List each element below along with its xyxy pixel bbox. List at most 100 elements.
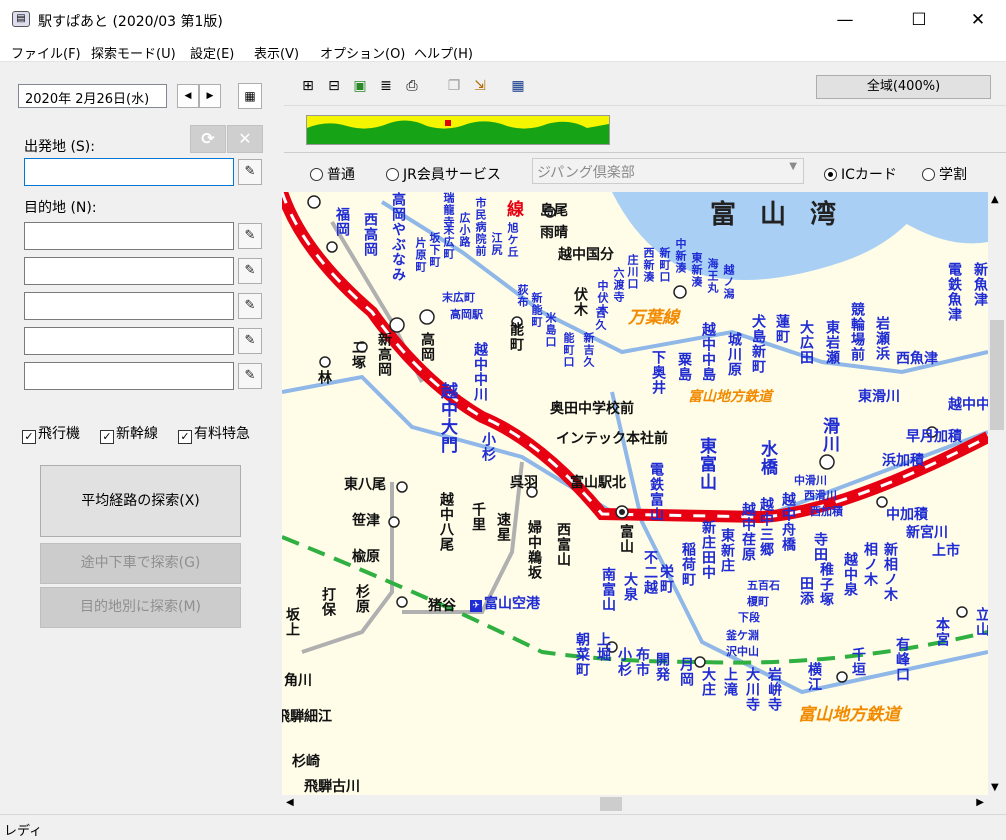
station-label: 小杉 (616, 647, 632, 677)
pencil-icon[interactable]: ✎ (238, 223, 262, 249)
timetable-icon[interactable]: ▦ (508, 76, 528, 96)
station-label: 飛騨古川 (304, 779, 360, 795)
average-route-search-button[interactable]: 平均経路の探索(X) (40, 465, 241, 537)
station-label: 犬島新町 (750, 314, 766, 374)
route-map[interactable]: 富山湾 福岡 西高岡 高岡やぶなみ 新高岡 高岡 二塚 林 能町 越中中川 越中… (282, 192, 988, 795)
menu-settings[interactable]: 設定(E) (190, 43, 234, 62)
destination-input-5[interactable] (24, 362, 234, 390)
line-label: 富山地方鉄道 (798, 705, 900, 725)
copy-icon[interactable]: ❐ (444, 76, 464, 96)
checkmark-icon: ✓ (100, 430, 114, 444)
scroll-thumb[interactable] (990, 320, 1004, 430)
pencil-icon[interactable]: ✎ (238, 363, 262, 389)
radio-normal[interactable]: 普通 (310, 164, 355, 184)
route-tree-icon[interactable]: ⊟ (324, 76, 344, 96)
line-label: 万葉線 (628, 308, 679, 328)
station-label: 田添 (798, 576, 814, 606)
station-label: 大広田 (798, 320, 814, 365)
train-icon: ▤ (12, 11, 30, 27)
menu-options[interactable]: オプション(O) (320, 43, 405, 62)
station-label: インテック本社前 (556, 431, 668, 447)
sea-label: 富山湾 (710, 200, 861, 230)
station-label: 東滑川 (858, 389, 900, 405)
station-label: 西滑川 (804, 489, 837, 502)
station-label: 千里 (470, 502, 486, 532)
radio-ic-card[interactable]: ICカード (824, 164, 897, 184)
menu-bar: ファイル(F) 探索モード(U) 設定(E) 表示(V) オプション(O) ヘル… (0, 40, 1006, 62)
station-label: 榎町 (747, 595, 769, 608)
station-label: 能町 (508, 322, 524, 352)
route-window-icon[interactable]: ⊞ (298, 76, 318, 96)
limited-express-checkbox[interactable]: ✓ 有料特急 (178, 423, 250, 444)
horizontal-scrollbar[interactable]: ◀ ▶ (282, 795, 988, 813)
refresh-icon[interactable]: ⟳ (190, 125, 226, 153)
station-label: 坂上 (284, 607, 300, 637)
date-field[interactable]: 2020年 2月26日(水) (18, 84, 167, 108)
departure-input[interactable] (24, 158, 234, 186)
station-label: 越中舟橋 (780, 492, 796, 552)
station-label: 朝菜町 (574, 632, 590, 677)
vertical-scrollbar[interactable]: ▲ ▼ (988, 192, 1006, 795)
station-label: 東八尾 (344, 477, 386, 493)
destination-input-3[interactable] (24, 292, 234, 320)
radio-jr-member[interactable]: JR会員サービス (386, 164, 501, 184)
station-label: 東新湊 (690, 252, 703, 288)
jr-service-combo[interactable]: ジパング倶楽部 ▼ (532, 158, 804, 184)
station-label: 粟島 (676, 352, 692, 382)
station-label: 打保 (320, 587, 336, 617)
station-label: 呉羽 (510, 475, 538, 491)
pencil-icon[interactable]: ✎ (238, 293, 262, 319)
pencil-icon[interactable]: ✎ (238, 159, 262, 185)
airplane-checkbox[interactable]: ✓ 飛行機 (22, 423, 80, 444)
destination-input-4[interactable] (24, 327, 234, 355)
station-label: 東岩瀬 (824, 320, 840, 365)
maximize-button[interactable]: ☐ (896, 0, 942, 40)
area-zoom-button[interactable]: 全域(400%) (816, 75, 991, 99)
calendar-icon[interactable]: ▦ (238, 83, 262, 109)
pencil-icon[interactable]: ✎ (238, 328, 262, 354)
station-label: 庄川口 (626, 254, 639, 290)
destination-label: 目的地 (N): (24, 200, 97, 216)
station-label: 西富山 (555, 522, 571, 567)
close-button[interactable]: ✕ (955, 0, 1001, 40)
list-icon[interactable]: ≣ (376, 76, 396, 96)
triangle-right-icon[interactable]: ▶ (199, 84, 221, 108)
station-label: 栄町 (658, 564, 674, 594)
destination-input-2[interactable] (24, 257, 234, 285)
map-view-icon[interactable]: ▣ (350, 76, 370, 96)
chevron-up-icon[interactable]: ▲ (991, 194, 999, 205)
station-label: 広小路 (458, 212, 471, 248)
station-label: 稚子塚 (818, 562, 834, 607)
station-label: 稲荷町 (680, 542, 696, 587)
minimize-button[interactable]: — (822, 0, 868, 40)
menu-file[interactable]: ファイル(F) (11, 43, 81, 62)
station-label: 五百石 (747, 579, 780, 592)
shinkansen-checkbox[interactable]: ✓ 新幹線 (100, 423, 158, 444)
chevron-down-icon[interactable]: ▼ (991, 782, 999, 793)
chevron-right-icon[interactable]: ▶ (976, 797, 984, 808)
station-label: 越中荏原 (740, 502, 756, 562)
menu-help[interactable]: ヘルプ(H) (414, 43, 473, 62)
station-label: 早月加積 (906, 429, 962, 445)
radio-student[interactable]: 学割 (922, 164, 967, 184)
station-label: 奥田中学校前 (550, 401, 634, 417)
station-label: 西新湊 (642, 247, 655, 283)
destination-search-button[interactable]: 目的地別に探索(M) (40, 587, 241, 628)
chevron-left-icon[interactable]: ◀ (286, 797, 294, 808)
print-preview-icon[interactable]: ⎙ (402, 76, 422, 96)
station-label: 相ノ木 (862, 542, 878, 587)
export-icon[interactable]: ⇲ (470, 76, 490, 96)
station-label: 猪谷 (428, 598, 456, 614)
scroll-thumb[interactable] (600, 797, 622, 811)
menu-view[interactable]: 表示(V) (254, 43, 299, 62)
station-label: 中伏木 (596, 280, 609, 316)
overview-minimap[interactable] (306, 115, 610, 145)
destination-input-1[interactable] (24, 222, 234, 250)
triangle-left-icon[interactable]: ◀ (177, 84, 199, 108)
station-label: 瑞龍寺 (442, 192, 455, 228)
station-label: 島尾 (540, 203, 568, 219)
stopover-search-button[interactable]: 途中下車で探索(G) (40, 543, 241, 584)
x-icon[interactable]: ✕ (227, 125, 263, 153)
menu-search-mode[interactable]: 探索モード(U) (91, 43, 176, 62)
pencil-icon[interactable]: ✎ (238, 258, 262, 284)
